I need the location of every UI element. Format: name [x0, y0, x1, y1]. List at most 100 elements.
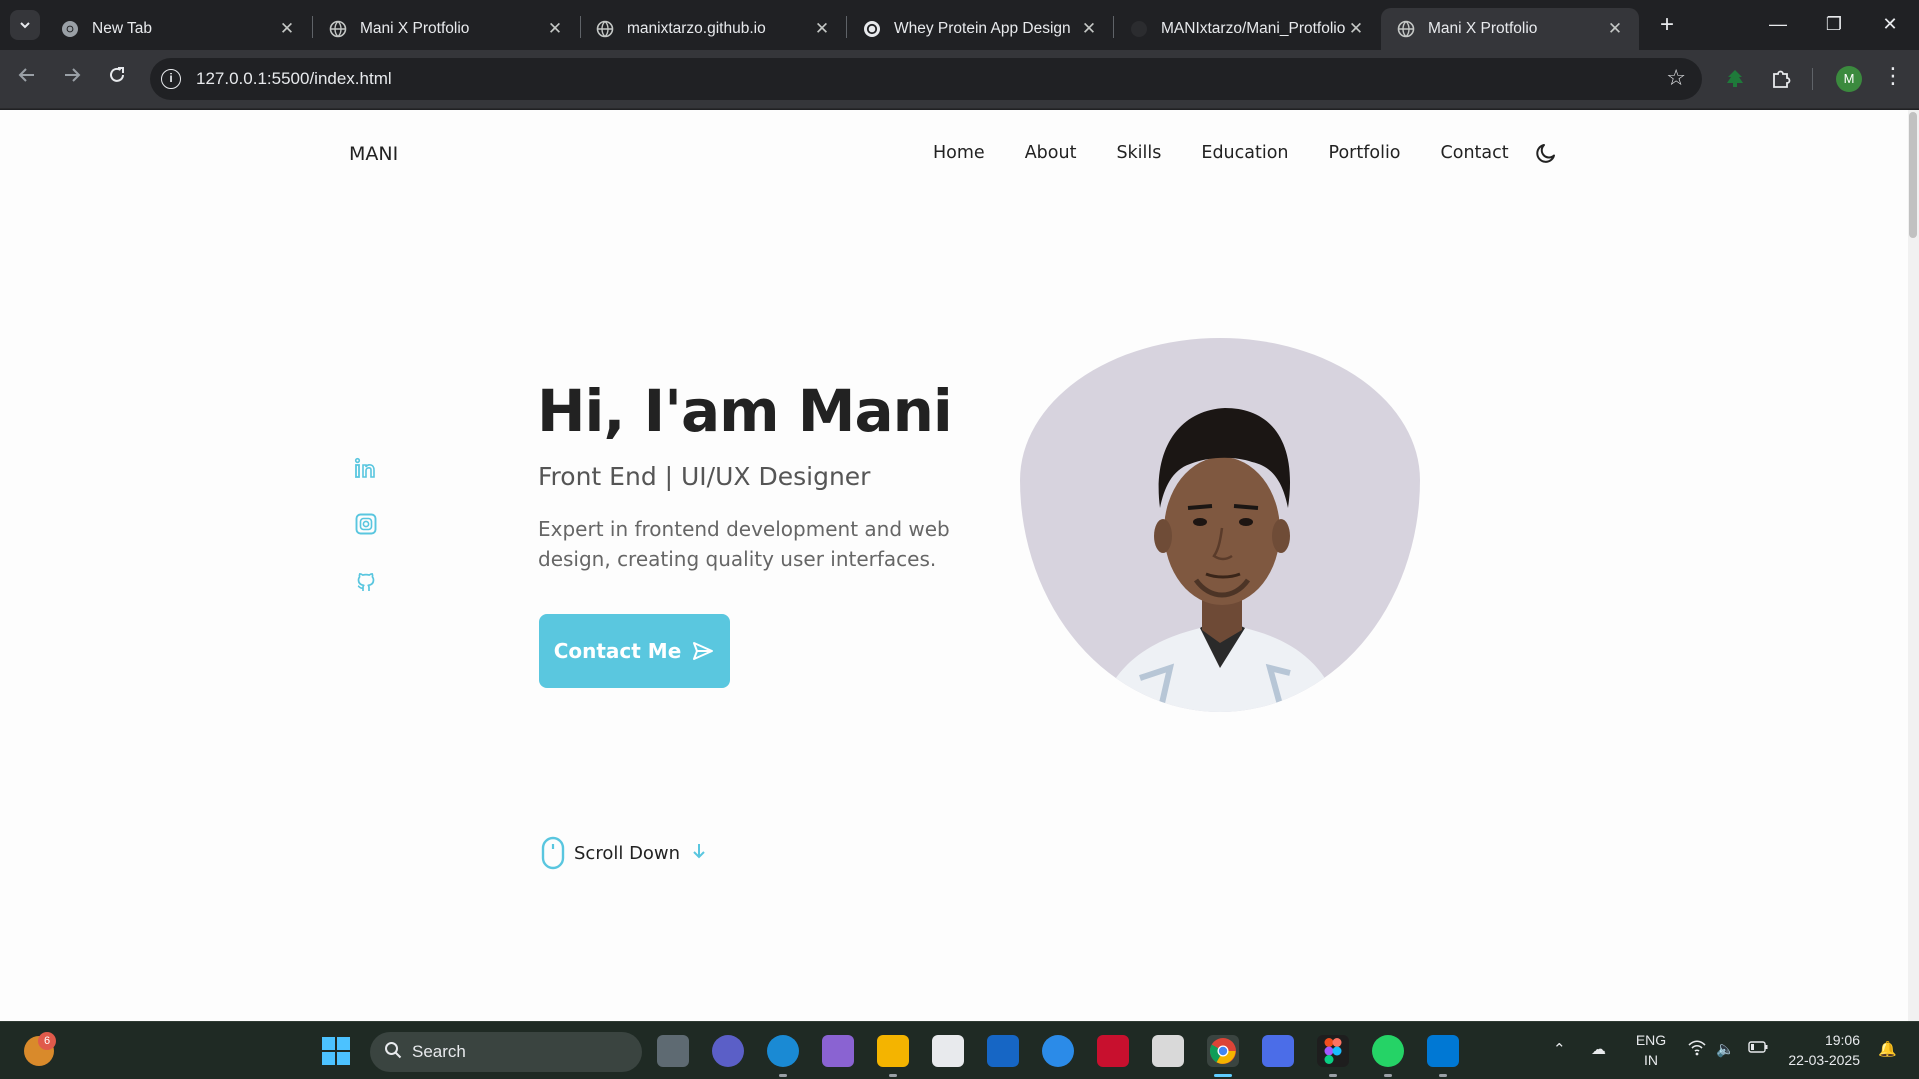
linkedin-icon[interactable]: [354, 456, 378, 480]
globe-icon: [596, 20, 614, 38]
person-portrait-image: [1100, 408, 1340, 712]
mcafee-icon[interactable]: [1097, 1035, 1129, 1067]
app-icon[interactable]: [1262, 1035, 1294, 1067]
nav-link-education[interactable]: Education: [1201, 143, 1288, 163]
tab-new-tab[interactable]: New Tab ✕: [45, 8, 311, 50]
mail-icon[interactable]: [1152, 1035, 1184, 1067]
microsoft-store-icon[interactable]: [932, 1035, 964, 1067]
profile-avatar[interactable]: M: [1836, 66, 1862, 92]
help-icon[interactable]: [1042, 1035, 1074, 1067]
tray-overflow-icon[interactable]: ⌃: [1553, 1040, 1566, 1058]
browser-toolbar: i 127.0.0.1:5500/index.html ☆: [0, 50, 1919, 109]
site-logo[interactable]: MANI: [349, 143, 398, 165]
hero-title: Hi, I'am Mani: [537, 377, 953, 445]
chrome-taskbar-icon[interactable]: [1207, 1035, 1239, 1067]
arrow-right-icon: [65, 68, 81, 82]
reload-button[interactable]: [102, 64, 132, 94]
reload-icon: [110, 67, 124, 82]
region-code: IN: [1644, 1052, 1658, 1068]
nav-link-home[interactable]: Home: [933, 143, 985, 163]
main-nav: Home About Skills Education Portfolio Co…: [933, 143, 1549, 163]
tab-title: MANIxtarzo/Mani_Protfolio: [1161, 20, 1346, 37]
toolbar-divider: [1812, 68, 1813, 90]
figma-icon[interactable]: [1317, 1035, 1349, 1067]
site-info-icon[interactable]: i: [161, 69, 181, 89]
address-bar[interactable]: i 127.0.0.1:5500/index.html ☆: [150, 58, 1702, 100]
battery-icon[interactable]: [1748, 1040, 1768, 1057]
volume-icon[interactable]: 🔈: [1716, 1040, 1735, 1058]
scroll-down-link[interactable]: Scroll Down: [541, 836, 706, 870]
nav-link-portfolio[interactable]: Portfolio: [1329, 143, 1401, 163]
language-code: ENG: [1635, 1032, 1667, 1048]
file-explorer-icon[interactable]: [877, 1035, 909, 1067]
chevron-down-icon: [20, 22, 30, 29]
onedrive-offline-icon[interactable]: ☁: [1591, 1040, 1606, 1058]
globe-icon: [1397, 20, 1415, 38]
nav-link-about[interactable]: About: [1025, 143, 1077, 163]
menu-kebab-icon[interactable]: ⋮: [1882, 63, 1904, 89]
search-placeholder: Search: [412, 1042, 466, 1061]
notification-bell-icon[interactable]: 🔔: [1878, 1040, 1897, 1058]
taskbar: 6 Search ⌃ ☁ ENG IN 🔈 19:06 22-03-2025 🔔: [0, 1021, 1919, 1079]
new-tab-button[interactable]: +: [1652, 10, 1682, 40]
windows-start-icon[interactable]: [320, 1035, 352, 1067]
close-tab-icon[interactable]: ✕: [1605, 19, 1625, 39]
tab-mani-portfolio[interactable]: Mani X Protfolio ✕: [313, 8, 579, 50]
tab-strip: New Tab ✕ Mani X Protfolio ✕ manixtarzo.…: [0, 0, 1919, 50]
clock-time: 19:06: [1824, 1032, 1860, 1048]
github-icon: [1130, 20, 1148, 38]
close-tab-icon[interactable]: ✕: [1346, 19, 1366, 39]
tab-title: manixtarzo.github.io: [627, 20, 766, 37]
page-viewport: MANI Home About Skills Education Portfol…: [0, 110, 1919, 1021]
url-text[interactable]: 127.0.0.1:5500/index.html: [196, 69, 392, 89]
teams-meet-icon[interactable]: [712, 1035, 744, 1067]
mouse-icon: [541, 836, 565, 870]
running-indicator: [889, 1074, 897, 1077]
profile-blob: [1020, 338, 1420, 712]
myhp-icon[interactable]: [987, 1035, 1019, 1067]
system-clock[interactable]: 19:06 22-03-2025: [1782, 1030, 1860, 1070]
close-tab-icon[interactable]: ✕: [277, 19, 297, 39]
restore-button[interactable]: ❐: [1806, 0, 1862, 50]
tab-title: Whey Protein App Design: [894, 20, 1071, 37]
tab-github-io[interactable]: manixtarzo.github.io ✕: [580, 8, 846, 50]
github-icon[interactable]: [354, 569, 378, 593]
taskbar-search[interactable]: Search: [370, 1032, 642, 1072]
contact-me-button[interactable]: Contact Me: [539, 614, 730, 688]
moon-icon[interactable]: [1534, 141, 1558, 165]
nav-link-skills[interactable]: Skills: [1116, 143, 1161, 163]
close-window-button[interactable]: ✕: [1862, 0, 1918, 50]
vscode-icon[interactable]: [1427, 1035, 1459, 1067]
close-tab-icon[interactable]: ✕: [545, 19, 565, 39]
extension-icon[interactable]: [1720, 64, 1750, 94]
close-tab-icon[interactable]: ✕: [812, 19, 832, 39]
wifi-icon[interactable]: [1688, 1040, 1706, 1060]
whatsapp-icon[interactable]: [1372, 1035, 1404, 1067]
edge-icon[interactable]: [767, 1035, 799, 1067]
scroll-down-label: Scroll Down: [574, 842, 681, 864]
scrollbar-thumb[interactable]: [1909, 112, 1917, 238]
chrome-icon: [61, 20, 79, 38]
copilot-icon[interactable]: [822, 1035, 854, 1067]
back-button[interactable]: [12, 64, 42, 94]
language-indicator[interactable]: ENG IN: [1631, 1030, 1671, 1070]
puzzle-icon[interactable]: [1766, 64, 1796, 94]
tab-title: Mani X Protfolio: [1428, 20, 1538, 37]
instagram-icon[interactable]: [354, 512, 378, 536]
arrow-left-icon: [18, 68, 34, 82]
forward-button[interactable]: [57, 64, 87, 94]
profile-photo: [1020, 338, 1420, 712]
notification-badge: 6: [38, 1032, 56, 1050]
tab-whey-protein[interactable]: Whey Protein App Design ✕: [847, 8, 1113, 50]
bookmark-star-icon[interactable]: ☆: [1666, 65, 1686, 91]
minimize-button[interactable]: —: [1750, 0, 1806, 50]
close-tab-icon[interactable]: ✕: [1079, 19, 1099, 39]
tab-github-repo[interactable]: MANIxtarzo/Mani_Protfolio ✕: [1114, 8, 1380, 50]
arrow-down-icon: [692, 843, 706, 864]
tab-search-button[interactable]: [10, 10, 40, 40]
page-scrollbar[interactable]: [1908, 110, 1919, 1021]
contact-me-label: Contact Me: [553, 639, 682, 663]
tab-mani-portfolio-active[interactable]: Mani X Protfolio ✕: [1381, 8, 1639, 50]
nav-link-contact[interactable]: Contact: [1441, 143, 1509, 163]
task-view-icon[interactable]: [657, 1035, 689, 1067]
